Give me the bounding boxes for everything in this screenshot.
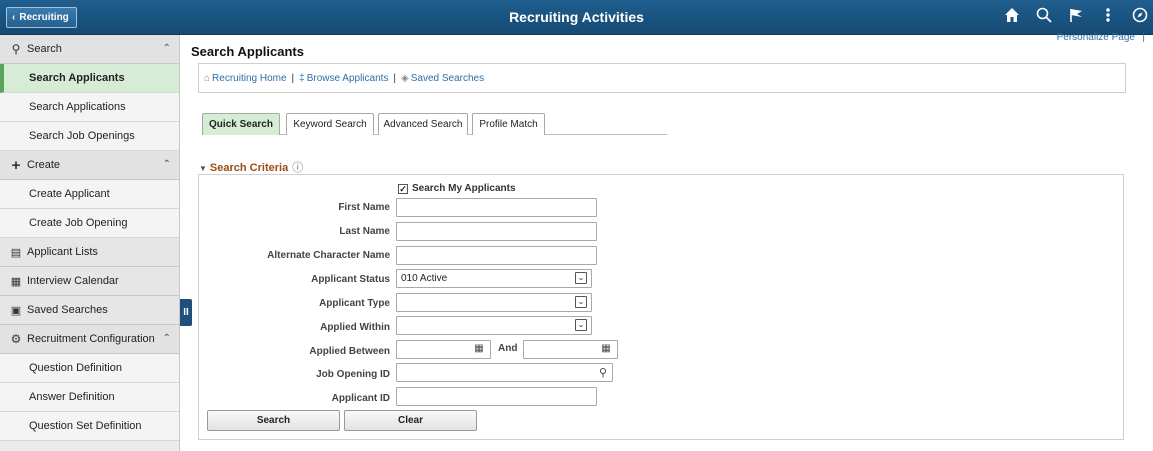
nav-section-search[interactable]: ⚲ Search ⌃ xyxy=(0,35,179,64)
nav-section-recruitment-configuration[interactable]: ⚙ Recruitment Configuration ⌃ xyxy=(0,325,179,354)
search-icon: ⚲ xyxy=(11,42,21,56)
plus-icon: + xyxy=(11,156,21,174)
personalize-page-link[interactable]: Personalize Page xyxy=(1057,32,1135,43)
tab-advanced-search[interactable]: Advanced Search xyxy=(378,113,468,135)
sidebar-item-search-applications[interactable]: Search Applications xyxy=(0,93,179,122)
calendar-icon[interactable]: ▦ xyxy=(600,343,612,355)
gear-icon: ⚙ xyxy=(10,332,22,346)
sidebar-item-search-applicants[interactable]: Search Applicants xyxy=(0,64,179,93)
applicant-type-select[interactable]: ⌄ xyxy=(396,293,592,312)
left-navigation-panel: ⚲ Search ⌃ Search Applicants Search Appl… xyxy=(0,35,180,451)
sidebar-item-search-job-openings[interactable]: Search Job Openings xyxy=(0,122,179,151)
chevron-up-icon: ⌃ xyxy=(162,159,171,170)
last-name-label: Last Name xyxy=(339,226,390,237)
job-opening-id-input[interactable]: ⚲ xyxy=(396,363,613,382)
checkbox-label: Search My Applicants xyxy=(412,183,516,194)
calendar-icon: ▦ xyxy=(10,275,22,288)
saved-search-icon: ◈ xyxy=(401,72,409,84)
search-button[interactable]: Search xyxy=(207,410,340,431)
nav-section-label: Create xyxy=(27,159,61,171)
applicant-status-select[interactable]: 010 Active ⌄ xyxy=(396,269,592,288)
sidebar-item-applicant-lists[interactable]: ▤ Applicant Lists xyxy=(0,238,179,267)
header-actions xyxy=(1003,5,1149,30)
applied-within-label: Applied Within xyxy=(320,322,390,333)
search-criteria-toggle[interactable]: ▼ Search Criteria ⓘ xyxy=(199,159,303,175)
sidebar-item-interview-calendar[interactable]: ▦ Interview Calendar xyxy=(0,267,179,296)
triangle-down-icon: ▼ xyxy=(199,164,207,173)
help-icon[interactable]: ⓘ xyxy=(292,162,303,174)
search-icon[interactable] xyxy=(1035,7,1053,28)
browse-applicants-link[interactable]: ‡ Browse Applicants xyxy=(299,73,388,84)
link-separator: | xyxy=(1142,32,1145,43)
link-label: Browse Applicants xyxy=(306,72,389,84)
tab-profile-match[interactable]: Profile Match xyxy=(472,113,545,135)
recruiting-home-link[interactable]: ⌂ Recruiting Home xyxy=(204,73,287,84)
and-label: And xyxy=(498,343,518,354)
sidebar-item-question-definition[interactable]: Question Definition xyxy=(0,354,179,383)
saved-search-icon: ▣ xyxy=(10,304,22,317)
first-name-label: First Name xyxy=(338,202,390,213)
calendar-icon[interactable]: ▦ xyxy=(473,343,485,355)
chevron-up-icon: ⌃ xyxy=(162,333,171,344)
page-title: Search Applicants xyxy=(191,44,304,59)
nav-section-label: Recruitment Configuration xyxy=(27,333,155,345)
sidebar-item-saved-searches[interactable]: ▣ Saved Searches xyxy=(0,296,179,325)
search-tabs: Quick Search Keyword Search Advanced Sea… xyxy=(202,113,667,135)
nav-section-create[interactable]: + Create ⌃ xyxy=(0,151,179,180)
alternate-character-name-label: Alternate Character Name xyxy=(267,250,390,261)
last-name-input[interactable] xyxy=(396,222,597,241)
applicant-id-label: Applicant ID xyxy=(331,393,390,404)
alternate-character-name-input[interactable] xyxy=(396,246,597,265)
applied-between-to-date[interactable]: ▦ xyxy=(523,340,618,359)
link-label: Saved Searches xyxy=(410,72,485,84)
applied-between-label: Applied Between xyxy=(309,346,390,357)
selected-value: 010 Active xyxy=(401,273,448,284)
home-icon[interactable] xyxy=(1003,7,1021,28)
top-banner: ‹ Recruiting Recruiting Activities xyxy=(0,0,1153,35)
checkbox-checked-icon[interactable]: ✓ xyxy=(398,183,408,194)
saved-searches-link[interactable]: ◈ Saved Searches xyxy=(401,73,484,84)
sidebar-item-question-set-definition[interactable]: Question Set Definition xyxy=(0,412,179,441)
search-icon[interactable]: ⚲ xyxy=(599,365,607,382)
section-heading: Search Criteria xyxy=(209,162,289,174)
home-icon: ⌂ xyxy=(204,72,211,84)
sidebar-item-create-job-opening[interactable]: Create Job Opening xyxy=(0,209,179,238)
more-icon[interactable] xyxy=(1099,7,1117,28)
applicant-id-input[interactable] xyxy=(396,387,597,406)
sidebar-item-label: Saved Searches xyxy=(27,304,108,316)
chevron-up-icon: ⌃ xyxy=(162,43,171,54)
sidebar-item-label: Applicant Lists xyxy=(27,246,98,258)
chevron-down-icon: ⌄ xyxy=(575,296,587,308)
applicant-type-label: Applicant Type xyxy=(319,298,390,309)
sidebar-item-create-applicant[interactable]: Create Applicant xyxy=(0,180,179,209)
clear-button[interactable]: Clear xyxy=(344,410,477,431)
related-links-bar: ⌂ Recruiting Home | ‡ Browse Applicants | … xyxy=(198,63,1126,93)
flag-icon[interactable] xyxy=(1067,7,1085,28)
link-separator: | xyxy=(291,72,295,84)
sidebar-item-answer-definition[interactable]: Answer Definition xyxy=(0,383,179,412)
person-icon: ‡ xyxy=(299,72,305,84)
applied-between-from-date[interactable]: ▦ xyxy=(396,340,491,359)
search-my-applicants-checkbox-row[interactable]: ✓ Search My Applicants xyxy=(398,183,516,194)
nav-section-label: Search xyxy=(27,43,62,55)
chevron-down-icon: ⌄ xyxy=(575,319,587,331)
link-separator: | xyxy=(393,72,397,84)
sidebar-item-label: Interview Calendar xyxy=(27,275,119,287)
chevron-down-icon: ⌄ xyxy=(575,272,587,284)
page-header-title: Recruiting Activities xyxy=(509,9,644,25)
tab-quick-search[interactable]: Quick Search xyxy=(202,113,280,135)
navbar-icon[interactable] xyxy=(1131,7,1149,28)
link-label: Recruiting Home xyxy=(212,72,287,84)
job-opening-id-label: Job Opening ID xyxy=(316,369,390,380)
tab-keyword-search[interactable]: Keyword Search xyxy=(286,113,374,135)
applicant-status-label: Applicant Status xyxy=(311,274,390,285)
applied-within-select[interactable]: ⌄ xyxy=(396,316,592,335)
list-icon: ▤ xyxy=(10,246,22,259)
first-name-input[interactable] xyxy=(396,198,597,217)
